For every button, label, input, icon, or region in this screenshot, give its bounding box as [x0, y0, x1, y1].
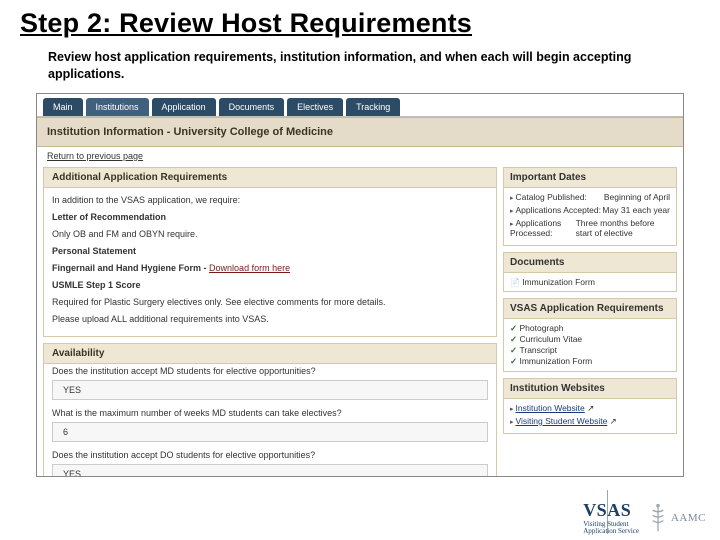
date-k0: Catalog Published:	[510, 192, 587, 202]
tab-row: Main Institutions Application Documents …	[37, 94, 683, 117]
doc-immunization[interactable]: Immunization Form	[510, 277, 670, 287]
tab-electives[interactable]: Electives	[287, 98, 343, 116]
avail-q2: What is the maximum number of weeks MD s…	[44, 406, 496, 420]
caduceus-icon	[649, 503, 667, 533]
vsas-item-cv: Curriculum Vitae	[510, 334, 670, 345]
req-upload-note: Please upload ALL additional requirement…	[52, 313, 488, 326]
panel-additional-requirements: Additional Application Requirements In a…	[43, 167, 497, 337]
req-lor-body: Only OB and FM and OBYN require.	[52, 228, 488, 241]
vsas-item-photograph: Photograph	[510, 323, 670, 334]
panel-documents: Documents Immunization Form	[503, 252, 677, 292]
avail-a1: YES	[52, 380, 488, 400]
date-v0: Beginning of April	[604, 192, 670, 202]
panel-head-dates: Important Dates	[504, 168, 676, 188]
req-ps-head: Personal Statement	[52, 245, 488, 258]
logo-block: VSAS Visiting Student Application Servic…	[583, 500, 706, 536]
tab-tracking[interactable]: Tracking	[346, 98, 400, 116]
download-form-link[interactable]: Download form here	[209, 263, 290, 273]
panel-institution-websites: Institution Websites Institution Website…	[503, 378, 677, 434]
slide-subtitle: Review host application requirements, in…	[0, 43, 720, 93]
req-usmle-body: Required for Plastic Surgery electives o…	[52, 296, 488, 309]
panel-vsas-requirements: VSAS Application Requirements Photograph…	[503, 298, 677, 372]
req-lor-head: Letter of Recommendation	[52, 211, 488, 224]
slide-title: Step 2: Review Host Requirements	[0, 0, 720, 43]
vsas-logo-text: VSAS	[583, 500, 639, 521]
link-visiting-student-site[interactable]: Visiting Student Website	[515, 416, 607, 426]
vsas-logo-sub2: Application Service	[583, 528, 639, 536]
vsas-item-immunization: Immunization Form	[510, 356, 670, 367]
aamc-text: AAMC	[671, 512, 706, 524]
panel-head-websites: Institution Websites	[504, 379, 676, 399]
avail-a2: 6	[52, 422, 488, 442]
panel-head-docs: Documents	[504, 253, 676, 273]
screenshot-panel: Main Institutions Application Documents …	[36, 93, 684, 477]
date-k2: Applications Processed:	[510, 218, 576, 238]
panel-important-dates: Important Dates Catalog Published: Beginn…	[503, 167, 677, 246]
tab-application[interactable]: Application	[152, 98, 216, 116]
avail-q1: Does the institution accept MD students …	[44, 364, 496, 378]
req-usmle-head: USMLE Step 1 Score	[52, 279, 488, 292]
page-banner: Institution Information - University Col…	[37, 117, 683, 147]
aamc-logo: AAMC	[649, 503, 706, 533]
panel-head-requirements: Additional Application Requirements	[44, 168, 496, 188]
req-intro: In addition to the VSAS application, we …	[52, 194, 488, 207]
tab-main[interactable]: Main	[43, 98, 83, 116]
req-form-head: Fingernail and Hand Hygiene Form -	[52, 263, 207, 273]
panel-head-availability: Availability	[44, 344, 496, 364]
tab-documents[interactable]: Documents	[219, 98, 285, 116]
return-link[interactable]: Return to previous page	[37, 147, 683, 167]
date-v1: May 31 each year	[602, 205, 670, 215]
panel-availability: Availability Does the institution accept…	[43, 343, 497, 476]
avail-q3: Does the institution accept DO students …	[44, 448, 496, 462]
vsas-item-transcript: Transcript	[510, 345, 670, 356]
date-v2: Three months before start of elective	[576, 218, 670, 238]
avail-a3: YES	[52, 464, 488, 476]
tab-institutions[interactable]: Institutions	[86, 98, 149, 116]
panel-head-vsas: VSAS Application Requirements	[504, 299, 676, 319]
link-institution-site[interactable]: Institution Website	[515, 403, 584, 413]
date-k1: Applications Accepted:	[510, 205, 601, 215]
